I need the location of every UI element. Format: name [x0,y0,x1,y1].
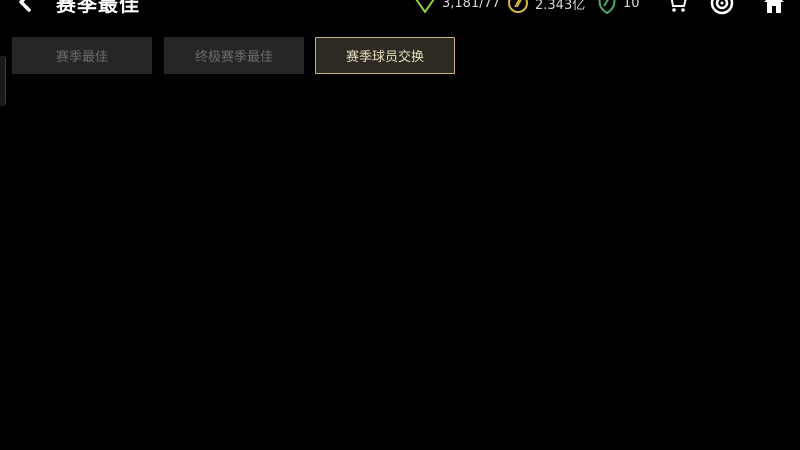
side-drawer-handle[interactable] [0,56,6,106]
gold-coin-icon [508,0,528,13]
back-arrow-icon [19,0,31,12]
tab-label: 赛季最佳 [55,50,108,65]
tab-ultimate-season-best[interactable]: 终极赛季最佳 [164,37,304,74]
target-button[interactable] [709,0,735,16]
top-bar: 赛季最佳 3,181/77 2.343亿 10 [0,0,800,18]
tab-label: 终极赛季最佳 [194,50,273,65]
shield-value: 10 [623,0,640,11]
page-title: 赛季最佳 [56,0,140,16]
diamond-stat: 3,181/77 [414,0,500,14]
target-icon [710,0,734,15]
coin-value: 2.343亿 [535,0,586,13]
home-button[interactable] [761,0,787,16]
green-shield-icon [598,0,616,14]
tab-season-player-exchange[interactable]: 赛季球员交换 [315,37,455,74]
cart-button[interactable] [664,0,690,16]
diamond-value: 3,181/77 [442,0,501,11]
tab-label: 赛季球员交换 [345,50,424,65]
shield-stat: 10 [597,0,640,14]
green-diamond-icon [415,0,435,13]
coin-stat: 2.343亿 [507,0,585,14]
back-button[interactable] [10,0,40,14]
cart-icon [670,0,687,12]
home-icon [764,0,784,13]
tab-season-best[interactable]: 赛季最佳 [12,37,152,74]
